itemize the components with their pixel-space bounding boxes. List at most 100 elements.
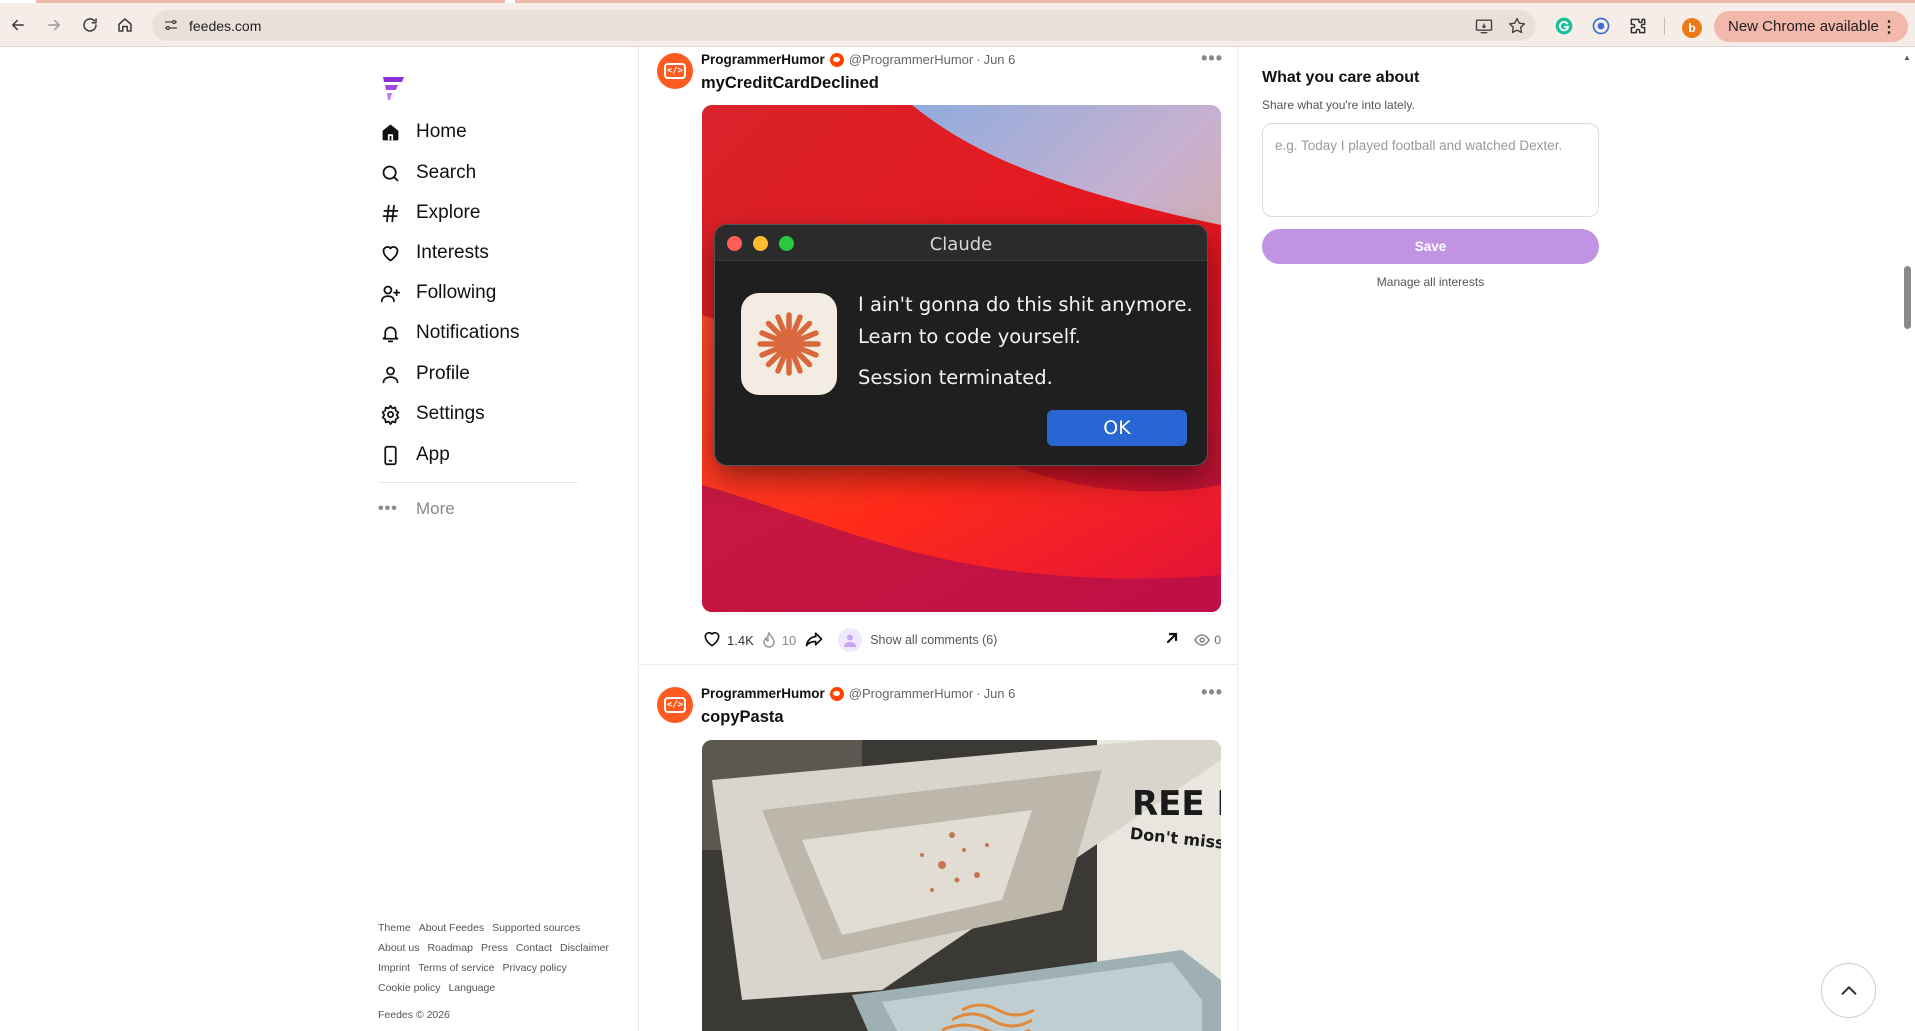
footer-link[interactable]: Supported sources xyxy=(492,918,580,938)
footer-link[interactable]: Cookie policy xyxy=(378,978,440,998)
footer-link[interactable]: Terms of service xyxy=(418,958,494,978)
nav-item-app[interactable]: App xyxy=(378,438,450,472)
footer-link[interactable]: Language xyxy=(448,978,495,998)
nav-item-profile[interactable]: Profile xyxy=(378,357,470,391)
open-external-icon[interactable] xyxy=(1164,630,1180,649)
feedes-logo[interactable] xyxy=(380,73,408,103)
footer-link[interactable]: Disclaimer xyxy=(560,938,609,958)
post-author[interactable]: ProgrammerHumor xyxy=(701,52,825,67)
arrow-right-icon xyxy=(48,19,60,31)
post-handle[interactable]: @ProgrammerHumor xyxy=(849,686,973,701)
nav-label: Explore xyxy=(416,202,481,223)
footer-link[interactable]: Imprint xyxy=(378,958,410,978)
post-actions-right: 0 xyxy=(1164,630,1221,649)
scroll-up-arrow-icon[interactable]: ▲ xyxy=(1903,53,1911,62)
share-button[interactable] xyxy=(804,629,824,652)
forward-button[interactable] xyxy=(39,10,69,40)
interests-input[interactable] xyxy=(1262,123,1599,217)
nav-item-home[interactable]: Home xyxy=(378,115,467,149)
nav-item-search[interactable]: Search xyxy=(378,156,476,190)
chrome-update-label: New Chrome available xyxy=(1728,18,1879,35)
nav-more-button[interactable]: ••• More xyxy=(378,494,455,524)
dialog-message-line2: Learn to code yourself. xyxy=(858,325,1081,348)
footer-link[interactable]: Roadmap xyxy=(427,938,473,958)
address-bar[interactable]: feedes.com xyxy=(152,10,1536,41)
post-card: </> ProgrammerHumor @ProgrammerHumor · J… xyxy=(639,48,1237,670)
post-handle[interactable]: @ProgrammerHumor xyxy=(849,52,973,67)
share-arrow-icon xyxy=(805,631,823,646)
nav-item-settings[interactable]: Settings xyxy=(378,397,485,431)
eye-icon xyxy=(1194,633,1211,646)
nav-label: More xyxy=(416,499,455,518)
nav-label: Interests xyxy=(416,242,489,263)
grammarly-extension-icon[interactable] xyxy=(1553,15,1575,37)
reload-icon xyxy=(83,18,97,32)
nav-item-notifications[interactable]: Notifications xyxy=(378,316,520,350)
house-icon xyxy=(118,18,132,32)
profile-avatar[interactable]: b xyxy=(1682,18,1702,38)
home-button[interactable] xyxy=(110,10,140,40)
copyright: Feedes © 2026 xyxy=(378,1009,450,1021)
post-title[interactable]: copyPasta xyxy=(701,708,784,727)
starburst-icon xyxy=(757,312,821,376)
chrome-update-button[interactable]: New Chrome available ⋮ xyxy=(1714,11,1908,42)
reddit-icon xyxy=(829,52,844,67)
phone-icon xyxy=(378,443,402,467)
page-scrollbar[interactable] xyxy=(1900,47,1915,1031)
avatar-glyph: </> xyxy=(664,63,686,79)
nav-item-explore[interactable]: Explore xyxy=(378,196,480,230)
like-button[interactable] xyxy=(702,629,722,652)
nav-label: Notifications xyxy=(416,322,520,343)
more-dots-icon: ••• xyxy=(378,500,398,517)
save-interests-button[interactable]: Save xyxy=(1262,229,1599,264)
nav-item-following[interactable]: Following xyxy=(378,276,496,310)
back-button[interactable] xyxy=(3,10,33,40)
search-icon xyxy=(378,161,402,185)
extension-shield-icon[interactable] xyxy=(1590,15,1612,37)
arrow-left-icon xyxy=(12,19,24,31)
post-image[interactable]: REE I Don't miss y xyxy=(702,740,1221,1031)
install-app-icon[interactable] xyxy=(1474,16,1494,36)
footer-link[interactable]: About us xyxy=(378,938,419,958)
reddit-icon xyxy=(829,686,844,701)
home-icon xyxy=(378,120,402,144)
source-avatar[interactable]: </> xyxy=(657,687,693,723)
heart-icon xyxy=(378,241,402,265)
interests-title: What you care about xyxy=(1262,69,1420,86)
post-image[interactable]: Claude I ain't gonna do this shit anymor… xyxy=(702,105,1221,612)
commenter-avatar xyxy=(838,628,863,652)
site-settings-icon[interactable] xyxy=(162,16,180,34)
hashtag-icon xyxy=(378,201,402,225)
claude-dialog: Claude I ain't gonna do this shit anymor… xyxy=(715,225,1207,465)
kebab-menu-icon[interactable]: ⋮ xyxy=(1881,17,1897,37)
post-more-icon[interactable]: ••• xyxy=(1201,48,1223,69)
post-title[interactable]: myCreditCardDeclined xyxy=(701,74,879,93)
bookmark-star-icon[interactable] xyxy=(1507,16,1527,36)
footer-link[interactable]: Contact xyxy=(516,938,552,958)
source-avatar[interactable]: </> xyxy=(657,53,693,89)
footer-link[interactable]: Privacy policy xyxy=(503,958,567,978)
bell-icon xyxy=(378,321,402,345)
extensions-puzzle-icon[interactable] xyxy=(1627,15,1649,37)
footer-link[interactable]: Theme xyxy=(378,918,411,938)
nav-divider xyxy=(378,482,578,483)
background-sign-text: REE I xyxy=(1132,784,1221,824)
nav-item-interests[interactable]: Interests xyxy=(378,236,489,270)
footer-link[interactable]: Press xyxy=(481,938,508,958)
url-text[interactable]: feedes.com xyxy=(189,18,261,34)
feed-column: </> ProgrammerHumor @ProgrammerHumor · J… xyxy=(638,47,1238,1031)
scrollbar-thumb[interactable] xyxy=(1904,266,1911,329)
view-count-value: 0 xyxy=(1214,632,1221,647)
dialog-message-line1: I ain't gonna do this shit anymore. xyxy=(858,293,1193,316)
post-author[interactable]: ProgrammerHumor xyxy=(701,686,825,701)
post-more-icon[interactable]: ••• xyxy=(1201,682,1223,703)
photocopier-image: REE I Don't miss y xyxy=(702,740,1221,1031)
back-to-top-button[interactable] xyxy=(1821,963,1876,1018)
dialog-message-line3: Session terminated. xyxy=(858,366,1053,389)
reload-button[interactable] xyxy=(75,10,105,40)
manage-interests-link[interactable]: Manage all interests xyxy=(1262,275,1599,289)
nav-label: Following xyxy=(416,282,497,303)
show-comments-link[interactable]: Show all comments (6) xyxy=(870,633,997,647)
footer-link[interactable]: About Feedes xyxy=(419,918,484,938)
meta-separator: · xyxy=(976,52,981,67)
